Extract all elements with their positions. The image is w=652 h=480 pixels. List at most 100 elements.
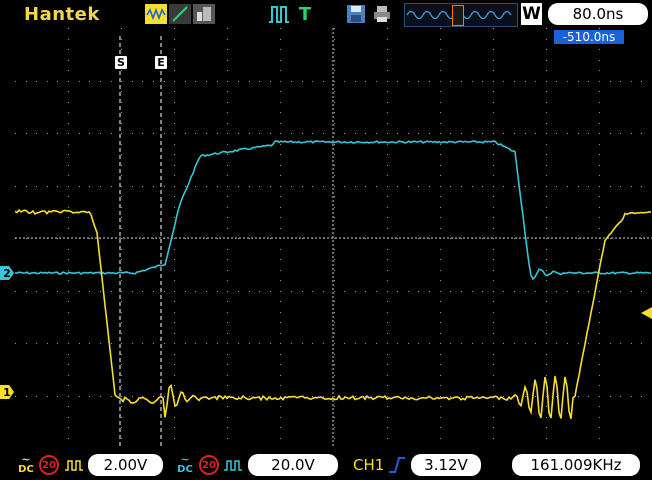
grid-dot xyxy=(121,154,122,155)
grid-dot xyxy=(259,81,260,82)
grid-dot xyxy=(493,238,494,239)
grid-dot xyxy=(408,81,409,82)
grid-dot xyxy=(493,312,494,313)
grid-dot xyxy=(387,217,388,218)
grid-dot xyxy=(450,81,451,82)
grid-dot xyxy=(100,186,101,187)
memory-timeline[interactable] xyxy=(404,3,518,27)
grid-dot xyxy=(153,81,154,82)
grid-dot xyxy=(556,81,557,82)
grid-dot xyxy=(334,249,335,250)
grid-dot xyxy=(387,207,388,208)
grid-dot xyxy=(514,291,515,292)
grid-dot xyxy=(387,196,388,197)
cursor-start-flag[interactable]: S xyxy=(115,56,127,69)
grid-dot xyxy=(26,81,27,82)
grid-dot xyxy=(121,112,122,113)
grid-dot xyxy=(121,207,122,208)
grid-dot xyxy=(195,343,196,344)
grid-dot xyxy=(599,343,600,344)
grid-dot xyxy=(280,312,281,313)
grid-dot xyxy=(493,175,494,176)
ch2-bandwidth-limit[interactable]: 20 xyxy=(199,455,219,475)
grid-dot xyxy=(334,270,335,271)
grid-dot xyxy=(546,291,547,292)
run-stop-icon[interactable] xyxy=(268,4,290,24)
ch2-coupling[interactable]: ~ DC xyxy=(174,454,196,475)
grid-dot xyxy=(47,133,48,134)
grid-dot xyxy=(387,280,388,281)
grid-dot xyxy=(387,186,388,187)
grid-dot xyxy=(68,364,69,365)
grid-dot xyxy=(493,427,494,428)
grid-dot xyxy=(546,186,547,187)
grid-dot xyxy=(227,312,228,313)
ch1-coupling[interactable]: ~ DC xyxy=(15,454,37,475)
grid-dot xyxy=(503,396,504,397)
grid-dot xyxy=(610,186,611,187)
grid-dot xyxy=(514,133,515,134)
timebase-display[interactable]: 80.0ns xyxy=(548,3,648,25)
persistence-icon[interactable] xyxy=(193,4,215,24)
ch2-volts-per-div[interactable]: 20.0V xyxy=(248,454,338,476)
grid-dot xyxy=(387,364,388,365)
grid-dot xyxy=(387,70,388,71)
grid-dot xyxy=(280,175,281,176)
grid-dot xyxy=(36,396,37,397)
grid-dot xyxy=(174,102,175,103)
grid-dot xyxy=(588,343,589,344)
grid-dot xyxy=(280,270,281,271)
waveform-icon[interactable] xyxy=(145,4,167,24)
horizontal-offset-badge[interactable]: -510.0ns xyxy=(554,30,624,44)
grid-dot xyxy=(493,144,494,145)
grid-dot xyxy=(599,438,600,439)
grid-dot xyxy=(514,81,515,82)
grid-dot xyxy=(493,406,494,407)
grid-dot xyxy=(270,81,271,82)
rising-edge-icon[interactable] xyxy=(388,456,406,474)
timeline-window-marker[interactable] xyxy=(452,5,464,26)
grid-dot xyxy=(493,81,494,82)
grid-dot xyxy=(493,417,494,418)
window-indicator[interactable]: W xyxy=(521,3,542,25)
ch1-ground-marker[interactable]: 1 xyxy=(0,385,14,399)
slope-icon[interactable] xyxy=(169,4,191,24)
grid-dot xyxy=(68,175,69,176)
grid-dot xyxy=(249,186,250,187)
grid-dot xyxy=(132,133,133,134)
save-icon[interactable] xyxy=(345,4,367,24)
grid-dot xyxy=(387,343,388,344)
ch1-volts-per-div[interactable]: 2.00V xyxy=(88,454,163,476)
grid-dot xyxy=(121,175,122,176)
grid-dot xyxy=(599,333,600,334)
grid-dot xyxy=(227,280,228,281)
grid-dot xyxy=(121,39,122,40)
grid-dot xyxy=(100,133,101,134)
print-icon[interactable] xyxy=(372,4,392,24)
grid-dot xyxy=(68,60,69,61)
ch2-ground-marker[interactable]: 2 xyxy=(0,266,14,280)
trigger-level-readout[interactable]: 3.12V xyxy=(411,454,481,476)
ch1-bandwidth-limit[interactable]: 20 xyxy=(39,455,59,475)
grid-dot xyxy=(440,81,441,82)
cursor-end-flag[interactable]: E xyxy=(155,56,167,69)
grid-dot xyxy=(121,385,122,386)
grid-dot xyxy=(334,280,335,281)
grid-dot xyxy=(227,102,228,103)
grid-dot xyxy=(227,207,228,208)
trigger-icon[interactable]: T xyxy=(296,4,314,25)
grid-dot xyxy=(429,81,430,82)
grid-dot xyxy=(174,81,175,82)
grid-dot xyxy=(493,60,494,61)
grid-dot xyxy=(387,406,388,407)
grid-dot xyxy=(641,238,642,239)
grid-dot xyxy=(36,186,37,187)
grid-dot xyxy=(334,427,335,428)
grid-dot xyxy=(355,396,356,397)
grid-dot xyxy=(387,375,388,376)
grid-dot xyxy=(599,406,600,407)
grid-dot xyxy=(365,186,366,187)
trigger-source[interactable]: CH1 xyxy=(353,456,384,474)
grid-dot xyxy=(227,133,228,134)
grid-dot xyxy=(79,396,80,397)
